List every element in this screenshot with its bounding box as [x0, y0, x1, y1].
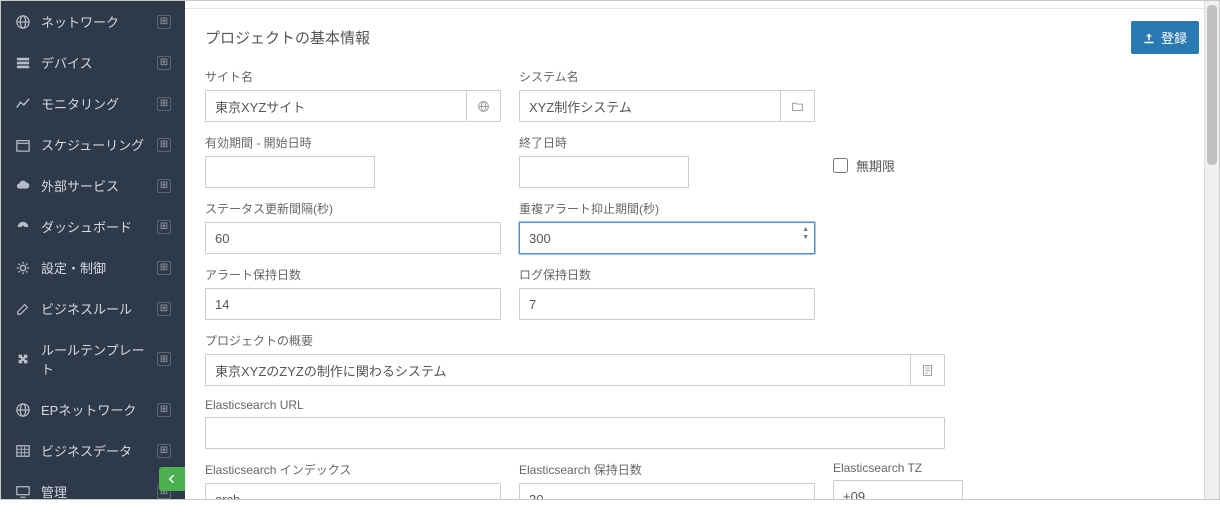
overview-label: プロジェクトの概要 [205, 332, 945, 349]
no-limit-checkbox[interactable] [833, 158, 848, 173]
valid-start-label: 有効期間 - 開始日時 [205, 134, 501, 151]
sidebar-item-business-rule[interactable]: ビジネスルール ⊞ [1, 288, 185, 329]
gear-icon [15, 260, 31, 276]
expand-icon[interactable]: ⊞ [157, 56, 171, 70]
scrollbar-thumb[interactable] [1207, 5, 1217, 165]
page-title: プロジェクトの基本情報 [205, 27, 1131, 48]
es-url-label: Elasticsearch URL [205, 398, 945, 412]
expand-icon[interactable]: ⊞ [157, 15, 171, 29]
collapse-sidebar-button[interactable] [159, 467, 185, 491]
sidebar-item-external[interactable]: 外部サービス ⊞ [1, 165, 185, 206]
sidebar-item-label: モニタリング [41, 94, 157, 113]
status-interval-input[interactable] [205, 222, 501, 254]
sidebar-item-label: 設定・制御 [41, 258, 157, 277]
es-tz-label: Elasticsearch TZ [833, 461, 963, 475]
es-retention-label: Elasticsearch 保持日数 [519, 461, 815, 478]
overview-input[interactable] [205, 354, 911, 386]
number-spinner[interactable]: ▲▼ [802, 226, 809, 241]
dashboard-icon [15, 219, 31, 235]
chart-icon [15, 96, 31, 112]
expand-icon[interactable]: ⊞ [157, 261, 171, 275]
expand-icon[interactable]: ⊞ [157, 352, 171, 366]
es-index-label: Elasticsearch インデックス [205, 461, 501, 478]
expand-icon[interactable]: ⊞ [157, 444, 171, 458]
system-name-input[interactable] [519, 90, 781, 122]
site-name-input[interactable] [205, 90, 467, 122]
sidebar-item-label: スケジューリング [41, 135, 157, 154]
sidebar-item-label: デバイス [41, 53, 157, 72]
alert-retention-label: アラート保持日数 [205, 266, 501, 283]
calendar-icon [15, 137, 31, 153]
sidebar: ネットワーク ⊞ デバイス ⊞ モニタリング ⊞ スケジューリング ⊞ 外部サー… [1, 1, 185, 499]
sidebar-item-label: ルールテンプレート [41, 340, 157, 378]
expand-icon[interactable]: ⊞ [157, 179, 171, 193]
log-retention-input[interactable] [519, 288, 815, 320]
valid-start-input[interactable] [205, 156, 375, 188]
sidebar-item-label: ネットワーク [41, 12, 157, 31]
es-tz-input[interactable] [833, 480, 963, 499]
main-content: プロジェクトの基本情報 登録 サイト名 システム名 [185, 1, 1219, 499]
sidebar-item-label: EPネットワーク [41, 400, 157, 419]
arrow-left-icon [166, 473, 178, 485]
dup-alert-label: 重複アラート抑止期間(秒) [519, 200, 815, 217]
sidebar-item-network[interactable]: ネットワーク ⊞ [1, 1, 185, 42]
sidebar-item-label: 外部サービス [41, 176, 157, 195]
folder-icon[interactable] [781, 90, 815, 122]
tab-bar [185, 1, 1219, 9]
expand-icon[interactable]: ⊞ [157, 97, 171, 111]
valid-end-label: 終了日時 [519, 134, 815, 151]
es-index-input[interactable] [205, 483, 501, 499]
site-name-label: サイト名 [205, 68, 501, 85]
globe-icon[interactable] [467, 90, 501, 122]
expand-icon[interactable]: ⊞ [157, 403, 171, 417]
upload-icon [1143, 32, 1155, 44]
globe-icon [15, 14, 31, 30]
sidebar-item-rule-template[interactable]: ルールテンプレート ⊞ [1, 329, 185, 389]
dup-alert-input[interactable] [519, 222, 815, 254]
sidebar-item-business-data[interactable]: ビジネスデータ ⊞ [1, 430, 185, 471]
sidebar-item-admin[interactable]: 管理 ⊞ [1, 471, 185, 512]
expand-icon[interactable]: ⊞ [157, 138, 171, 152]
log-retention-label: ログ保持日数 [519, 266, 815, 283]
sidebar-item-label: ビジネスルール [41, 299, 157, 318]
sidebar-item-settings[interactable]: 設定・制御 ⊞ [1, 247, 185, 288]
server-icon [15, 55, 31, 71]
table-icon [15, 443, 31, 459]
edit-icon [15, 301, 31, 317]
sidebar-item-device[interactable]: デバイス ⊞ [1, 42, 185, 83]
sidebar-item-scheduling[interactable]: スケジューリング ⊞ [1, 124, 185, 165]
document-icon[interactable] [911, 354, 945, 386]
status-interval-label: ステータス更新間隔(秒) [205, 200, 501, 217]
sidebar-item-label: ダッシュボード [41, 217, 157, 236]
system-name-label: システム名 [519, 68, 815, 85]
monitor-icon [15, 484, 31, 500]
puzzle-icon [15, 351, 31, 367]
sidebar-item-ep-network[interactable]: EPネットワーク ⊞ [1, 389, 185, 430]
sidebar-item-label: 管理 [41, 482, 157, 501]
spin-down-icon[interactable]: ▼ [802, 234, 809, 241]
valid-end-input[interactable] [519, 156, 689, 188]
es-url-input[interactable] [205, 417, 945, 449]
es-retention-input[interactable] [519, 483, 815, 499]
register-button[interactable]: 登録 [1131, 21, 1199, 54]
sidebar-item-monitoring[interactable]: モニタリング ⊞ [1, 83, 185, 124]
scrollbar[interactable] [1204, 1, 1219, 499]
alert-retention-input[interactable] [205, 288, 501, 320]
sidebar-item-label: ビジネスデータ [41, 441, 157, 460]
cloud-icon [15, 178, 31, 194]
register-button-label: 登録 [1161, 28, 1187, 47]
no-limit-label: 無期限 [856, 156, 895, 175]
globe-icon [15, 402, 31, 418]
expand-icon[interactable]: ⊞ [157, 302, 171, 316]
expand-icon[interactable]: ⊞ [157, 220, 171, 234]
sidebar-item-dashboard[interactable]: ダッシュボード ⊞ [1, 206, 185, 247]
spin-up-icon[interactable]: ▲ [802, 226, 809, 233]
